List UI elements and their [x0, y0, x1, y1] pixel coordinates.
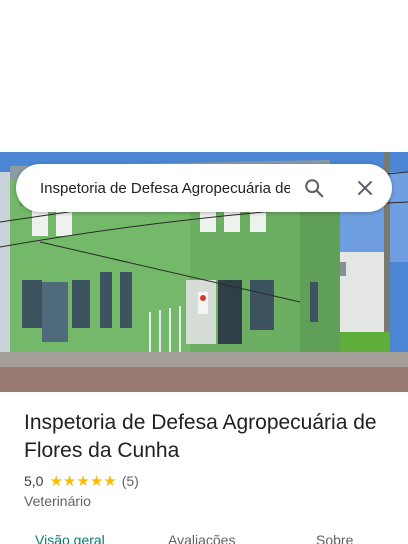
- star-icon: ★: [89, 472, 104, 490]
- tab-reviews[interactable]: Avaliações: [168, 532, 235, 544]
- star-icon: ★: [76, 472, 90, 490]
- star-icon: ★: [62, 472, 77, 490]
- rating-row[interactable]: 5,0 ★ ★ ★ ★ ★ (5): [24, 472, 139, 490]
- star-icon: ★: [103, 472, 117, 490]
- review-count[interactable]: (5): [122, 473, 139, 489]
- search-icon[interactable]: [302, 176, 326, 200]
- rating-value: 5,0: [24, 473, 44, 489]
- close-icon[interactable]: [353, 176, 377, 200]
- place-tabs: Visão geral Avaliações Sobre: [0, 528, 408, 544]
- place-category[interactable]: Veterinário: [24, 493, 91, 509]
- map-blank-area: [0, 0, 408, 152]
- search-input[interactable]: Inspetoria de Defesa Agropecuária de Flo…: [40, 180, 290, 197]
- tab-about[interactable]: Sobre: [316, 532, 353, 544]
- star-icon: ★: [49, 472, 63, 490]
- search-bar[interactable]: Inspetoria de Defesa Agropecuária de Flo…: [16, 164, 392, 212]
- star-rating: ★ ★ ★ ★ ★: [49, 474, 116, 489]
- tab-overview[interactable]: Visão geral: [35, 532, 105, 544]
- place-title: Inspetoria de Defesa Agropecuária de Flo…: [24, 411, 377, 462]
